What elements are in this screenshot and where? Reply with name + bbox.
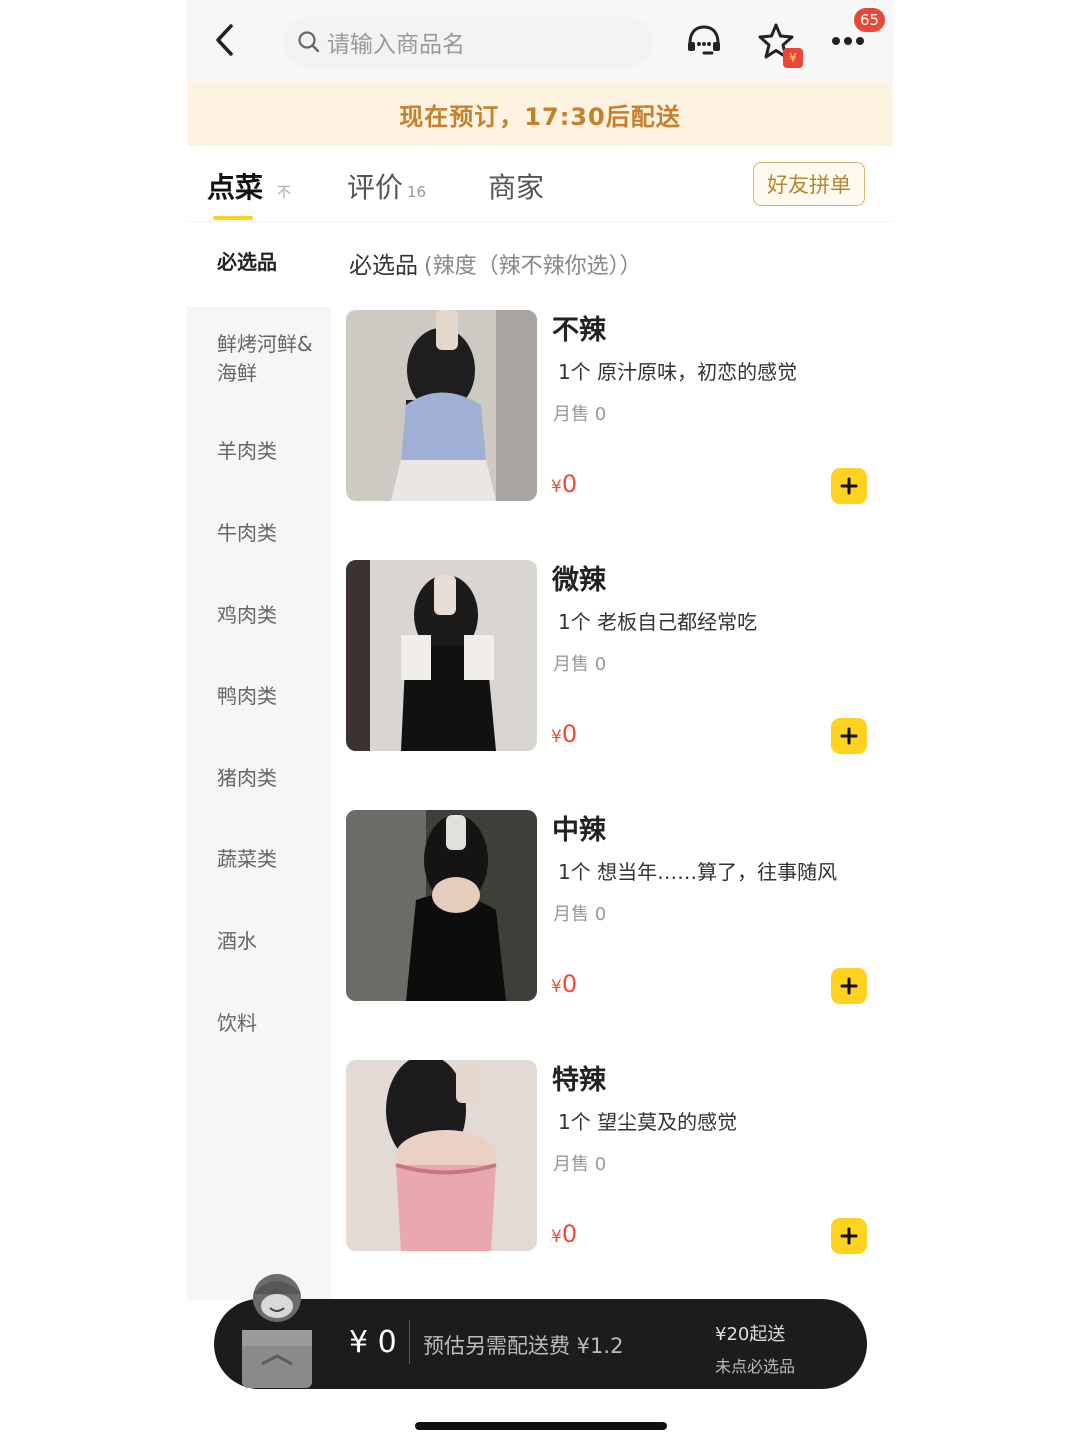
chevron-left-icon <box>216 24 233 56</box>
customer-service-button[interactable] <box>683 20 725 62</box>
product-name: 特辣 <box>552 1065 606 1096</box>
add-to-cart-button[interactable] <box>831 468 867 504</box>
tab-reviews[interactable]: 评价 16 <box>347 166 426 206</box>
tab-reviews-label: 评价 <box>347 171 404 204</box>
min-order-text: ¥20起送 <box>715 1324 786 1345</box>
cart-total: ¥ 0 <box>349 1325 397 1360</box>
product-sales: 月售 0 <box>553 1154 607 1175</box>
top-bar: 请输入商品名 ¥ 65 <box>187 0 893 82</box>
delivery-mascot-icon[interactable] <box>232 1272 322 1390</box>
pin-icon: 不 <box>277 185 292 201</box>
product-name: 微辣 <box>552 565 606 596</box>
tab-bar: 点菜不 评价 16 商家 好友拼单 <box>187 146 893 222</box>
add-to-cart-button[interactable] <box>831 968 867 1004</box>
reviews-count: 16 <box>407 183 427 201</box>
sidebar-item-drinks[interactable]: 饮料 <box>217 1009 317 1038</box>
add-to-cart-button[interactable] <box>831 1218 867 1254</box>
product-price: ¥0 <box>551 720 578 748</box>
red-packet-icon: ¥ <box>783 48 803 68</box>
sidebar-item-duck[interactable]: 鸭肉类 <box>217 682 317 711</box>
tab-merchant-label: 商家 <box>488 171 545 204</box>
search-placeholder: 请输入商品名 <box>327 32 465 58</box>
product-name: 中辣 <box>552 815 606 846</box>
product-image <box>346 810 537 1001</box>
product-card[interactable]: 中辣 1个 想当年……算了，往事随风 月售 0 ¥0 <box>346 810 876 1004</box>
more-dots-icon <box>832 37 864 45</box>
product-price: ¥0 <box>551 470 578 498</box>
tab-order[interactable]: 点菜不 <box>207 166 291 206</box>
tab-merchant[interactable]: 商家 <box>488 166 544 206</box>
product-desc: 1个 老板自己都经常吃 <box>558 610 758 634</box>
sidebar-item-lamb[interactable]: 羊肉类 <box>217 437 317 466</box>
sidebar-item-chicken[interactable]: 鸡肉类 <box>217 601 317 630</box>
cart-divider <box>409 1320 410 1364</box>
product-card[interactable]: 特辣 1个 望尘莫及的感觉 月售 0 ¥0 <box>346 1060 876 1254</box>
product-sales: 月售 0 <box>553 654 607 675</box>
product-desc: 1个 原汁原味，初恋的感觉 <box>558 360 798 384</box>
product-sales: 月售 0 <box>553 904 607 925</box>
phone-screen: 请输入商品名 ¥ 65 现在预订，17:30后配送 点菜不 评价 16 商家 好友… <box>187 0 893 1439</box>
back-button[interactable] <box>207 22 243 58</box>
product-price: ¥0 <box>551 1220 578 1248</box>
plus-icon <box>840 477 858 495</box>
section-title-text: 必选品 <box>349 253 418 279</box>
product-image <box>346 310 537 501</box>
sidebar-item-alcohol[interactable]: 酒水 <box>217 927 317 956</box>
notification-badge: 65 <box>854 8 886 32</box>
product-image <box>346 560 537 751</box>
add-to-cart-button[interactable] <box>831 718 867 754</box>
product-image <box>346 1060 537 1251</box>
group-order-button[interactable]: 好友拼单 <box>753 162 865 206</box>
product-price: ¥0 <box>551 970 578 998</box>
product-card[interactable]: 不辣 1个 原汁原味，初恋的感觉 月售 0 ¥0 <box>346 310 876 504</box>
product-sales: 月售 0 <box>553 404 607 425</box>
required-item-hint: 未点必选品 <box>715 1357 796 1376</box>
active-tab-indicator <box>213 216 253 220</box>
product-desc: 1个 望尘莫及的感觉 <box>558 1110 738 1134</box>
section-note: (辣度（辣不辣你选）） <box>424 254 642 279</box>
product-desc: 1个 想当年……算了，往事随风 <box>558 860 838 884</box>
product-name: 不辣 <box>552 315 606 346</box>
sidebar-item-vegetables[interactable]: 蔬菜类 <box>217 845 317 874</box>
tab-order-label: 点菜 <box>207 171 264 204</box>
section-title: 必选品 (辣度（辣不辣你选）） <box>349 246 642 280</box>
delivery-fee-text: 预估另需配送费 ¥1.2 <box>423 1334 624 1358</box>
banner-text: 现在预订，17:30后配送 <box>399 102 681 131</box>
sidebar-item-pork[interactable]: 猪肉类 <box>217 764 317 793</box>
home-indicator[interactable] <box>415 1422 667 1430</box>
chat-bubble-icon <box>688 25 720 55</box>
sidebar-item-beef[interactable]: 牛肉类 <box>217 519 317 548</box>
preorder-banner: 现在预订，17:30后配送 <box>187 82 893 146</box>
product-card[interactable]: 微辣 1个 老板自己都经常吃 月售 0 ¥0 <box>346 560 876 754</box>
plus-icon <box>840 1227 858 1245</box>
search-icon <box>298 31 320 53</box>
sidebar-item-seafood[interactable]: 鲜烤河鲜&海鲜 <box>217 330 317 388</box>
sidebar-item-required[interactable]: 必选品 <box>217 248 317 277</box>
plus-icon <box>840 727 858 745</box>
search-input[interactable]: 请输入商品名 <box>283 16 653 68</box>
plus-icon <box>840 977 858 995</box>
category-sidebar: 必选品 鲜烤河鲜&海鲜 羊肉类 牛肉类 鸡肉类 鸭肉类 猪肉类 蔬菜类 酒水 饮… <box>187 222 331 1300</box>
